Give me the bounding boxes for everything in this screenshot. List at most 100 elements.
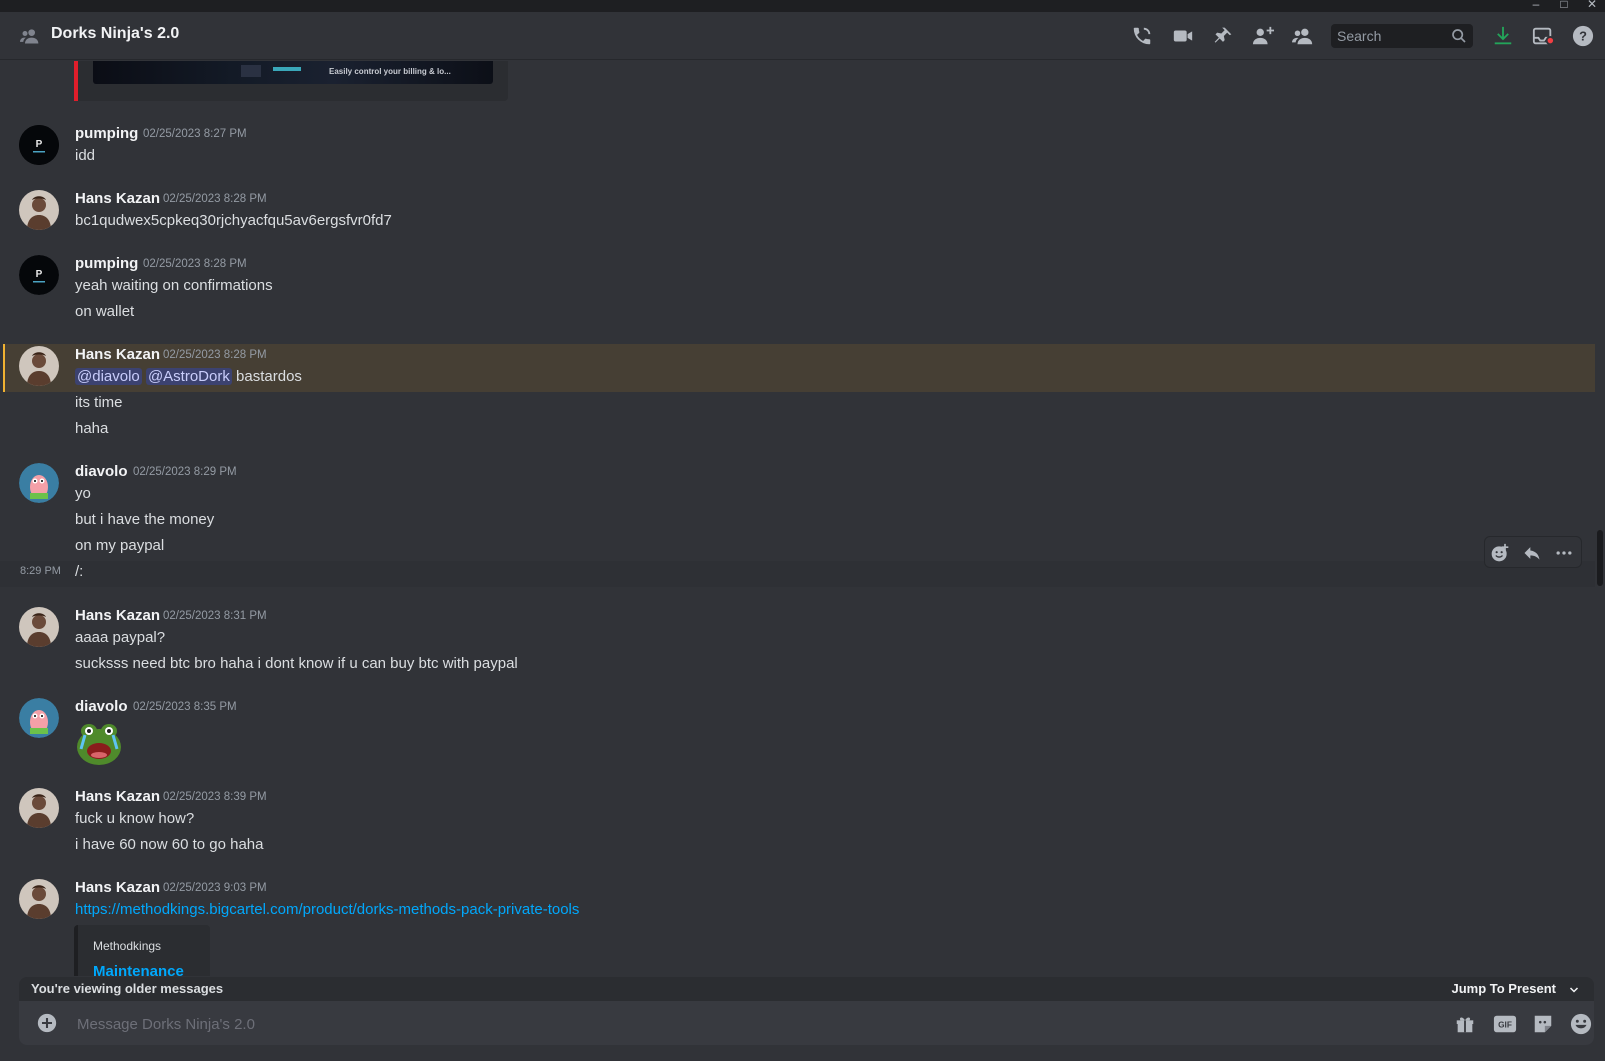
message-timestamp: 02/25/2023 8:28 PM: [163, 193, 267, 205]
help-icon: ?: [1572, 25, 1594, 47]
link-embed[interactable]: Easily control your billing & lo...: [74, 61, 508, 101]
avatar[interactable]: [19, 607, 59, 647]
add-reaction-icon: [1491, 543, 1509, 562]
maximize-button[interactable]: □: [1557, 0, 1571, 11]
avatar[interactable]: P: [19, 255, 59, 295]
message-timestamp: 02/25/2023 8:27 PM: [143, 128, 247, 140]
link-embed[interactable]: Methodkings Maintenance: [74, 925, 210, 976]
message-text: @diavolo @AstroDork bastardos: [75, 368, 302, 385]
hovered-message-row[interactable]: [0, 561, 1595, 587]
message-author[interactable]: Hans Kazan: [75, 607, 160, 624]
start-video-call-button[interactable]: [1171, 24, 1195, 48]
message-author[interactable]: pumping: [75, 125, 138, 142]
inbox-icon: [1532, 27, 1554, 46]
message-input[interactable]: [75, 1001, 1379, 1047]
avatar[interactable]: [19, 698, 59, 738]
gif-icon: GIF: [1493, 1015, 1517, 1033]
avatar[interactable]: [19, 190, 59, 230]
message-list[interactable]: Easily control your billing & lo... P pu…: [0, 61, 1595, 976]
start-voice-call-button[interactable]: [1130, 24, 1154, 48]
message-text: /:: [75, 563, 84, 580]
message-hover-timestamp: 8:29 PM: [20, 565, 61, 577]
avatar[interactable]: P: [19, 125, 59, 165]
more-options-button[interactable]: [1553, 542, 1575, 564]
message-text: on my paypal: [75, 537, 165, 554]
message-text: fuck u know how?: [75, 810, 195, 827]
svg-text:P: P: [36, 139, 43, 150]
user-mention[interactable]: @AstroDork: [145, 368, 232, 385]
svg-text:P: P: [36, 269, 43, 280]
send-gift-button[interactable]: [1453, 1012, 1477, 1036]
message-timestamp: 02/25/2023 8:31 PM: [163, 610, 267, 622]
message-text: but i have the money: [75, 511, 215, 528]
add-reaction-button[interactable]: [1489, 542, 1511, 564]
gift-icon: [1456, 1017, 1474, 1033]
message-text: i have 60 now 60 to go haha: [75, 836, 264, 853]
upload-attachment-button[interactable]: [37, 1013, 57, 1033]
more-dots-icon: [1556, 551, 1572, 555]
message-text: idd: [75, 147, 96, 164]
emoji-icon: [1570, 1013, 1592, 1035]
message-link[interactable]: https://methodkings.bigcartel.com/produc…: [75, 901, 579, 918]
channel-title: Dorks Ninja's 2.0: [51, 25, 180, 42]
pinned-messages-button[interactable]: [1211, 24, 1235, 48]
member-list-button[interactable]: [1291, 24, 1315, 48]
chat-scrollbar[interactable]: [1597, 530, 1603, 586]
search-bar[interactable]: [1331, 24, 1473, 48]
message-author[interactable]: Hans Kazan: [75, 879, 160, 896]
reply-button[interactable]: [1521, 542, 1543, 564]
message-text: sucksss need btc bro haha i dont know if…: [75, 655, 518, 672]
reply-icon: [1524, 547, 1540, 560]
message-timestamp: 02/25/2023 8:39 PM: [163, 791, 267, 803]
crying-frog-emoji-icon: [77, 724, 121, 765]
avatar[interactable]: [19, 879, 59, 919]
avatar[interactable]: [19, 788, 59, 828]
pin-icon: [1214, 27, 1232, 43]
message-text: on wallet: [75, 303, 135, 320]
download-apps-button[interactable]: [1491, 24, 1515, 48]
emoji-picker-button[interactable]: [1569, 1012, 1593, 1036]
add-friends-to-dm-button[interactable]: [1251, 24, 1275, 48]
message-author[interactable]: diavolo: [75, 463, 128, 480]
message-author[interactable]: diavolo: [75, 698, 128, 715]
jump-to-present-button[interactable]: Jump To Present: [1451, 981, 1556, 996]
avatar[interactable]: [19, 463, 59, 503]
message-text: bc1qudwex5cpkeq30rjchyacfqu5av6ergsfvr0f…: [75, 212, 392, 229]
custom-emoji[interactable]: [75, 719, 123, 767]
minimize-button[interactable]: –: [1529, 0, 1543, 11]
sticker-picker-button[interactable]: [1531, 1012, 1555, 1036]
message-author[interactable]: pumping: [75, 255, 138, 272]
embed-title[interactable]: Maintenance: [93, 963, 184, 976]
window-titlebar: – □ ✕: [0, 0, 1605, 12]
embed-image[interactable]: Easily control your billing & lo...: [93, 61, 493, 84]
svg-text:?: ?: [1579, 29, 1587, 44]
message-author[interactable]: Hans Kazan: [75, 190, 160, 207]
message-timestamp: 02/25/2023 8:28 PM: [163, 349, 267, 361]
message-author[interactable]: Hans Kazan: [75, 788, 160, 805]
message-text: aaaa paypal?: [75, 629, 166, 646]
user-mention[interactable]: @diavolo: [75, 368, 142, 385]
plus-circle-icon: [37, 1013, 57, 1033]
help-button[interactable]: ?: [1571, 24, 1595, 48]
close-window-button[interactable]: ✕: [1585, 0, 1599, 11]
search-icon: [1451, 28, 1467, 44]
embed-provider[interactable]: Methodkings: [93, 939, 161, 953]
chevron-down-icon[interactable]: [1568, 983, 1580, 995]
message-text: yo: [75, 485, 91, 502]
older-messages-bar: You're viewing older messages Jump To Pr…: [19, 977, 1594, 1001]
gif-picker-button[interactable]: GIF: [1493, 1012, 1517, 1036]
inbox-button[interactable]: [1531, 24, 1555, 48]
message-author[interactable]: Hans Kazan: [75, 346, 160, 363]
message-timestamp: 02/25/2023 9:03 PM: [163, 882, 267, 894]
older-messages-text: You're viewing older messages: [31, 981, 224, 996]
message-composer: GIF: [19, 1001, 1594, 1047]
message-timestamp: 02/25/2023 8:29 PM: [133, 466, 237, 478]
download-icon: [1494, 26, 1512, 45]
group-dm-icon: [20, 26, 40, 46]
search-input[interactable]: [1331, 24, 1461, 48]
members-icon: [1292, 28, 1313, 45]
avatar[interactable]: [19, 346, 59, 386]
sticker-icon: [1534, 1015, 1552, 1033]
message-actions-toolbar: [1484, 536, 1582, 568]
channel-header: Dorks Ninja's 2.0 ?: [0, 12, 1605, 60]
